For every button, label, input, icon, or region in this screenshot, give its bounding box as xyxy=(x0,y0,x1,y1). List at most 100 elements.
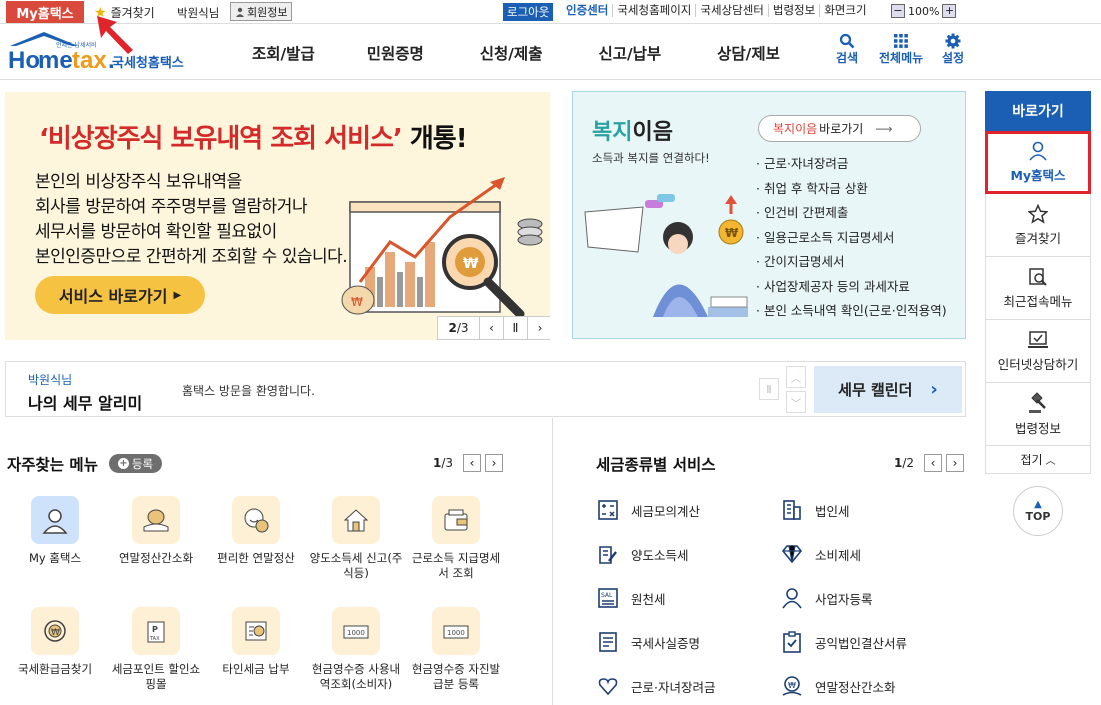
person-icon xyxy=(31,496,79,544)
tax-year-end-simplified[interactable]: ₩ 연말정산간소화 xyxy=(780,674,896,698)
consult-center-link[interactable]: 국세상담센터 xyxy=(696,4,769,17)
my-hometax-tab[interactable]: My홈택스 xyxy=(6,1,84,23)
welfare-illustration: ₩ xyxy=(584,194,748,317)
welfare-item[interactable]: 사업장제공자 등의 과세자료 xyxy=(756,275,947,300)
screen-size-label: 화면크기 xyxy=(824,3,867,17)
fav-capital-gains[interactable]: 양도소득세 신고(주식등) xyxy=(308,496,404,581)
tax-calendar-button[interactable]: 세무 캘린더 › xyxy=(814,366,962,413)
banner-pause-button[interactable]: Ⅱ xyxy=(504,317,528,339)
welfare-item[interactable]: 본인 소득내역 확인(근로·인적용역) xyxy=(756,299,947,324)
grid-menu-icon xyxy=(894,34,908,48)
zoom-in-button[interactable]: + xyxy=(942,4,957,18)
nav-report-pay[interactable]: 신고/납부 xyxy=(598,42,661,64)
welfare-item[interactable]: 간이지급명세서 xyxy=(756,250,947,275)
tax-withholding[interactable]: SAL 원천세 xyxy=(596,586,666,610)
tax-services-prev-button[interactable]: ‹ xyxy=(924,454,943,472)
fav-year-end-simplified[interactable]: 연말정산간소화 xyxy=(108,496,204,566)
nav-apply[interactable]: 신청/제출 xyxy=(480,42,543,64)
welfare-title: 복지이음 xyxy=(592,120,673,145)
sidebar-item-online-consult[interactable]: 인터넷상담하기 xyxy=(985,320,1091,383)
svg-text:TAX: TAX xyxy=(149,636,160,642)
settings-button[interactable]: 설정 xyxy=(942,33,964,66)
quick-link-sidebar: 바로가기 My홈택스 즐겨찾기 최근접속메뉴 인터넷상담하기 법령정보 접기 ︿ xyxy=(985,91,1091,474)
fav-cash-receipt-register[interactable]: 1000 현금영수증 자진발급분 등록 xyxy=(408,607,504,692)
person-icon xyxy=(1029,141,1047,161)
search-icon xyxy=(839,33,855,49)
tax-business-registration[interactable]: 사업자등록 xyxy=(780,586,873,610)
svg-text:Ho: Ho xyxy=(8,47,40,74)
tax-earned-income-credit[interactable]: 근로·자녀장려금 xyxy=(596,674,715,698)
sidebar-fold-button[interactable]: 접기 ︿ xyxy=(985,446,1091,474)
welfare-item[interactable]: 취업 후 학자금 상환 xyxy=(756,177,947,202)
sidebar-item-favorites[interactable]: 즐겨찾기 xyxy=(985,194,1091,257)
cert-center-link[interactable]: 인증센터 xyxy=(562,4,614,17)
fav-tax-point-mall[interactable]: P TAX 세금포인트 할인쇼핑몰 xyxy=(108,607,204,692)
zoom-out-button[interactable]: − xyxy=(891,4,905,18)
service-go-button[interactable]: 서비스 바로가기 ▶ xyxy=(35,276,205,314)
heart-hand-icon xyxy=(596,674,620,698)
favorites-next-button[interactable]: › xyxy=(485,454,504,472)
clipboard-check-icon xyxy=(780,630,804,654)
nav-consult[interactable]: 상담/제보 xyxy=(717,42,780,64)
sidebar-item-law-info[interactable]: 법령정보 xyxy=(985,383,1091,446)
nts-homepage-link[interactable]: 국세청홈페이지 xyxy=(613,4,697,17)
fav-other-tax-payment[interactable]: 타인세금 납부 xyxy=(208,607,304,677)
svg-text:₩: ₩ xyxy=(51,628,60,638)
sidebar-item-my-hometax[interactable]: My홈택스 xyxy=(985,131,1091,194)
tax-fact-certificate[interactable]: 국세사실증명 xyxy=(596,630,700,654)
salary-icon: SAL xyxy=(596,586,620,610)
tax-simulation[interactable]: 세금모의계산 xyxy=(596,498,700,522)
fav-earned-income-statement[interactable]: 근로소득 지급명세서 조회 xyxy=(408,496,504,581)
chevron-right-icon: › xyxy=(930,379,938,400)
tax-corporate[interactable]: 법인세 xyxy=(780,498,850,522)
laptop-check-icon xyxy=(1028,330,1048,348)
svg-text:₩: ₩ xyxy=(351,295,363,309)
certificate-icon xyxy=(596,630,620,654)
tax-consumption[interactable]: 소비제세 xyxy=(780,542,861,566)
welfare-item[interactable]: 일용근로소득 지급명세서 xyxy=(756,226,947,251)
money-hand-icon: ₩ xyxy=(780,674,804,698)
welfare-banner[interactable]: 복지이음 소득과 복지를 연결하다! 복지이음 바로가기 ⟶ ₩ 근로·자녀장려… xyxy=(572,91,966,339)
banner-prev-button[interactable]: ‹ xyxy=(480,317,504,339)
scroll-top-button[interactable]: ▲ TOP xyxy=(1013,486,1063,536)
welfare-item[interactable]: 인건비 간편제출 xyxy=(756,201,947,226)
fav-cash-receipt-consumer[interactable]: 1000 현금영수증 사용내역조회(소비자) xyxy=(308,607,404,692)
triangle-up-icon: ▲ xyxy=(1034,498,1042,510)
tax-services-pager: 1/2 ‹ › xyxy=(894,454,965,472)
logout-button[interactable]: 로그아웃 xyxy=(503,3,554,21)
welfare-go-link[interactable]: 복지이음 바로가기 ⟶ xyxy=(758,115,921,142)
document-pen-icon xyxy=(596,542,620,566)
tax-capital-gains[interactable]: 양도소득세 xyxy=(596,542,689,566)
tax-public-interest-documents[interactable]: 공익법인결산서류 xyxy=(780,630,907,654)
recent-search-icon xyxy=(1029,267,1047,286)
plus-circle-icon: + xyxy=(117,458,129,469)
notice-up-button[interactable]: ︿ xyxy=(786,366,806,388)
notice-message: 홈택스 방문을 환영합니다. xyxy=(182,384,315,398)
fav-tax-refund[interactable]: ₩ 국세환급금찾기 xyxy=(7,607,103,677)
notice-down-button[interactable]: ﹀ xyxy=(786,391,806,413)
search-button[interactable]: 검색 xyxy=(836,33,858,66)
sidebar-item-recent-menu[interactable]: 최근접속메뉴 xyxy=(985,257,1091,320)
hometax-logo[interactable]: Ho me tax . 언제든 납세서비 국세청홈택스 xyxy=(6,30,186,76)
banner-next-button[interactable]: › xyxy=(528,317,550,339)
law-info-link[interactable]: 법령정보 xyxy=(769,4,821,17)
welfare-item[interactable]: 근로·자녀장려금 xyxy=(756,152,947,177)
notice-user: 박원식님 xyxy=(28,373,73,387)
banner-description: 본인의 비상장주식 보유내역을 회사를 방문하여 주주명부를 열람하거나 세무서… xyxy=(35,172,348,267)
nav-certificate[interactable]: 민원증명 xyxy=(367,42,424,64)
favorites-prev-button[interactable]: ‹ xyxy=(463,454,482,472)
bill-pay-icon xyxy=(232,607,280,655)
favorites-pager: 1/3 ‹ › xyxy=(433,454,504,472)
fav-my-hometax[interactable]: My 홈택스 xyxy=(7,496,103,566)
stock-inquiry-banner[interactable]: ‘비상장주식 보유내역 조회 서비스’ 개통! 본인의 비상장주식 보유내역을 … xyxy=(5,92,550,340)
fav-easy-year-end[interactable]: 편리한 연말정산 xyxy=(208,496,304,566)
wallet-icon xyxy=(432,496,480,544)
all-menu-button[interactable]: 전체메뉴 xyxy=(879,33,923,66)
notice-pause-button[interactable]: Ⅱ xyxy=(759,378,779,400)
tax-services-next-button[interactable]: › xyxy=(946,454,965,472)
star-icon xyxy=(1028,203,1048,224)
add-favorite-button[interactable]: + 등록 xyxy=(109,454,162,473)
member-info-button[interactable]: 회원정보 xyxy=(230,2,293,21)
nav-inquiry[interactable]: 조회/발급 xyxy=(252,42,315,64)
coin-refresh-icon: ₩ xyxy=(31,607,79,655)
